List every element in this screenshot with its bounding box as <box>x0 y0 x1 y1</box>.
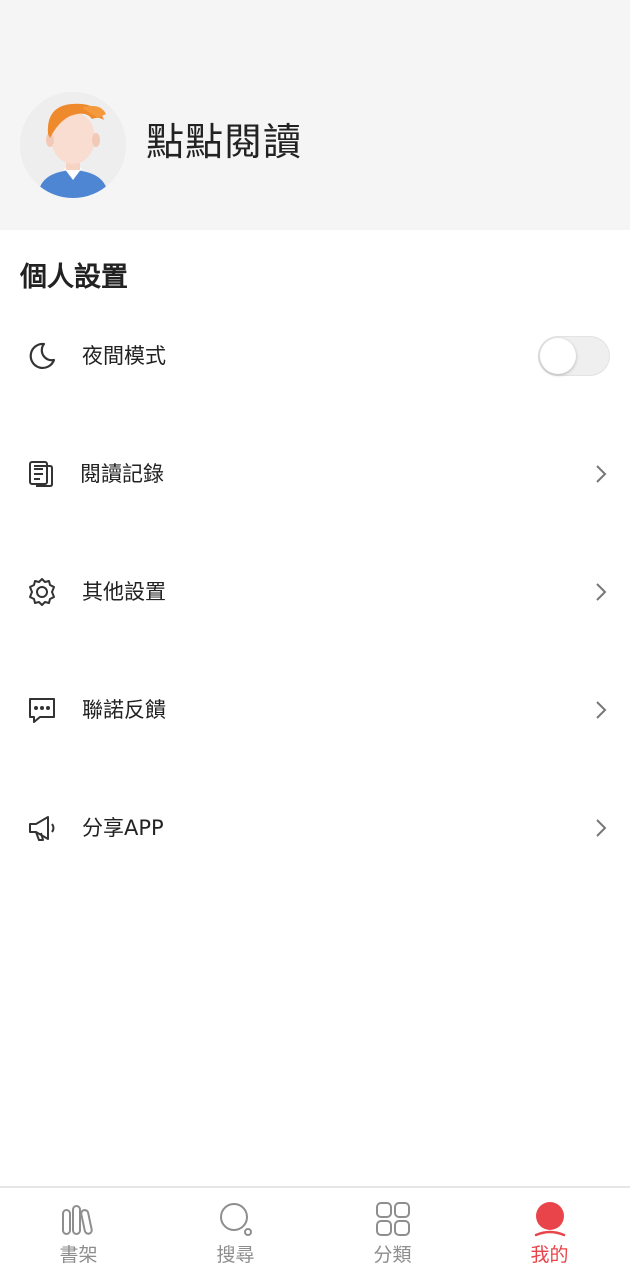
feedback-icon <box>29 698 55 723</box>
menu-item-label: 聯諾反饋 <box>82 698 166 722</box>
tab-bookshelf[interactable]: 書架 <box>0 1188 157 1280</box>
app-name: 點點閱讀 <box>146 120 303 164</box>
chevron-right-icon <box>596 583 607 601</box>
night-mode-toggle[interactable] <box>538 336 610 376</box>
chevron-right-icon <box>596 819 607 837</box>
moon-icon <box>29 342 56 370</box>
tab-mine[interactable]: 我的 <box>471 1188 628 1280</box>
menu-item-reading-history[interactable]: 閱讀記錄 <box>0 434 630 514</box>
chevron-right-icon <box>596 701 607 719</box>
avatar-illustration <box>20 92 126 198</box>
night-mode-label: 夜間模式 <box>82 344 166 368</box>
profile-header: 點點閱讀 <box>0 0 630 230</box>
menu-item-label: 其他設置 <box>82 580 166 604</box>
bottom-tab-bar: 書架 搜尋 分類 我的 <box>0 1186 630 1280</box>
tab-label: 搜尋 <box>216 1244 255 1266</box>
night-mode-row: 夜間模式 <box>0 316 630 396</box>
reading-history-icon <box>29 461 53 487</box>
section-title: 個人設置 <box>20 262 128 293</box>
chevron-right-icon <box>596 465 607 483</box>
tab-search[interactable]: 搜尋 <box>157 1188 314 1280</box>
tab-label: 分類 <box>373 1244 412 1266</box>
menu-item-label: 分享APP <box>82 816 164 840</box>
avatar[interactable] <box>20 92 126 198</box>
toggle-knob <box>540 338 576 374</box>
tab-category[interactable]: 分類 <box>314 1188 471 1280</box>
tab-label: 書架 <box>59 1244 98 1266</box>
menu-item-other-settings[interactable]: 其他設置 <box>0 552 630 632</box>
category-grid-icon <box>376 1202 410 1236</box>
menu-item-share-app[interactable]: 分享APP <box>0 788 630 868</box>
menu-item-feedback[interactable]: 聯諾反饋 <box>0 670 630 750</box>
bookshelf-icon <box>62 1205 93 1235</box>
megaphone-icon <box>29 816 55 841</box>
tab-label: 我的 <box>530 1244 569 1266</box>
search-icon <box>220 1203 252 1236</box>
gear-icon <box>29 578 55 606</box>
menu-item-label: 閱讀記錄 <box>80 462 164 486</box>
profile-icon <box>534 1202 566 1237</box>
